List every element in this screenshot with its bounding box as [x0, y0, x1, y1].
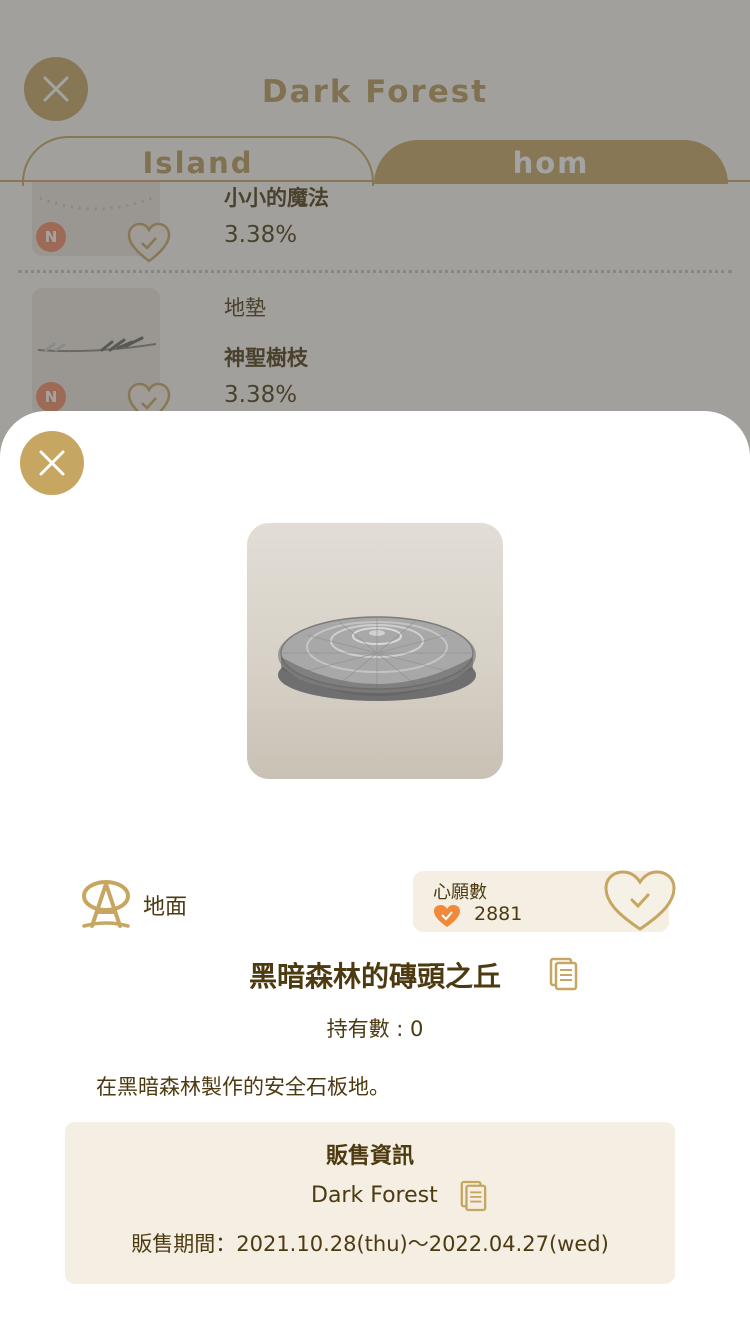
wishlist-heart-button[interactable] — [603, 869, 677, 933]
sale-info-title: 販售資訊 — [325, 1144, 414, 1169]
category-label: 地面 — [143, 895, 188, 920]
wishlist-count: 2881 — [474, 903, 523, 925]
floor-rug-icon — [82, 880, 130, 928]
sale-period: 販售期間：2021.10.28(thu)〜2022.04.27(wed) — [131, 1232, 609, 1256]
item-image — [247, 523, 503, 779]
copy-icon[interactable] — [459, 1179, 487, 1213]
item-name: 黑暗森林的磚頭之丘 — [248, 960, 501, 993]
heart-icon — [434, 905, 460, 927]
wishlist-label: 心願數 — [433, 882, 487, 903]
close-icon — [39, 450, 65, 476]
sale-info-panel: 販售資訊 Dark Forest 販售期間：2021.10.28(thu)〜20… — [65, 1122, 675, 1284]
item-description: 在黑暗森林製作的安全石板地。 — [96, 1075, 390, 1099]
owned-count: 持有數 : 0 — [326, 1017, 424, 1041]
sheet-close-button[interactable] — [20, 431, 84, 495]
copy-icon[interactable] — [548, 957, 578, 991]
stone-floor-image — [278, 616, 476, 701]
sale-shop-name: Dark Forest — [311, 1183, 438, 1208]
item-detail-sheet: 地面 心願數 2881 黑暗森林的磚頭之丘 持有數 : 0 在黑暗森林製作的安全… — [0, 411, 750, 1341]
